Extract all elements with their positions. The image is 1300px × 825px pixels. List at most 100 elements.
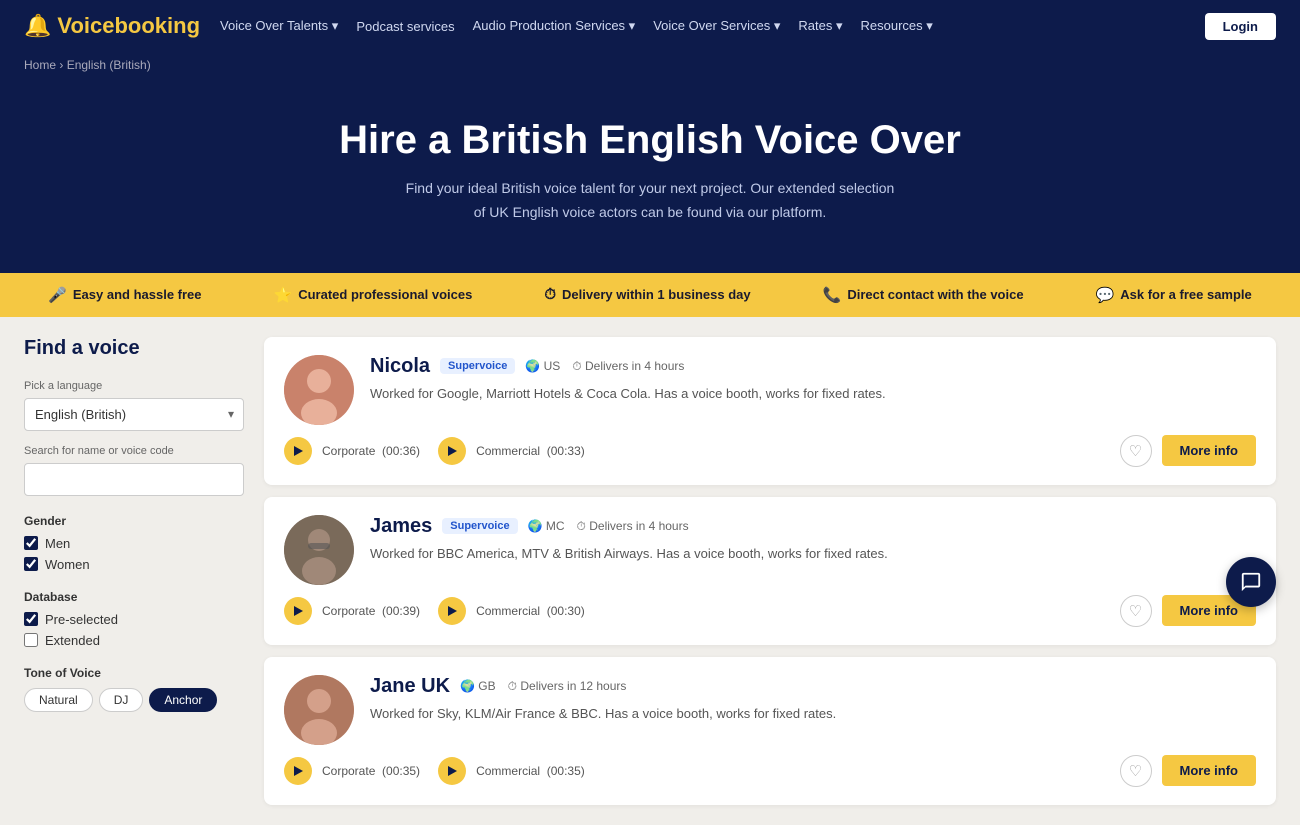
favorite-nicola[interactable]: ♡ bbox=[1120, 435, 1152, 467]
language-select-wrapper: English (British) bbox=[24, 398, 244, 431]
search-input[interactable] bbox=[24, 463, 244, 496]
chat-bubble-icon bbox=[1240, 571, 1262, 593]
breadcrumb-current: English (British) bbox=[67, 58, 151, 72]
logo[interactable]: 🔔 Voicebooking bbox=[24, 13, 200, 39]
badge-sample-label: Ask for a free sample bbox=[1120, 287, 1252, 302]
nav-link-voice-over-services[interactable]: Voice Over Services ▾ bbox=[653, 18, 780, 34]
play-corporate-jane[interactable] bbox=[284, 757, 312, 785]
avatar-james bbox=[284, 515, 354, 585]
voice-card-bottom-nicola: Corporate (00:36) Commercial (00:33) ♡ M… bbox=[284, 435, 1256, 467]
gender-men-checkbox[interactable] bbox=[24, 536, 38, 550]
database-extended-checkbox[interactable] bbox=[24, 633, 38, 647]
badge-curated: ⭐ Curated professional voices bbox=[238, 286, 509, 304]
corporate-label-nicola: Corporate (00:36) bbox=[322, 444, 420, 458]
badge-delivery-label: Delivery within 1 business day bbox=[562, 287, 751, 302]
tone-section-title: Tone of Voice bbox=[24, 666, 244, 680]
voice-card-bottom-jane: Corporate (00:35) Commercial (00:35) ♡ M… bbox=[284, 755, 1256, 787]
voice-card-james: James Supervoice 🌍 MC ⏱ Delivers in 4 ho… bbox=[264, 497, 1276, 645]
commercial-label-james: Commercial (00:30) bbox=[476, 604, 585, 618]
delivery-nicola: ⏱ Delivers in 4 hours bbox=[572, 359, 684, 374]
hero-description: Find your ideal British voice talent for… bbox=[400, 177, 900, 225]
commercial-label-nicola: Commercial (00:33) bbox=[476, 444, 585, 458]
play-commercial-james[interactable] bbox=[438, 597, 466, 625]
favorite-jane[interactable]: ♡ bbox=[1120, 755, 1152, 787]
more-info-jane[interactable]: More info bbox=[1162, 755, 1257, 786]
database-extended-label: Extended bbox=[45, 633, 100, 648]
gender-women-checkbox[interactable] bbox=[24, 557, 38, 571]
badge-curated-label: Curated professional voices bbox=[298, 287, 472, 302]
voice-card-top-nicola: Nicola Supervoice 🌍 US ⏱ Delivers in 4 h… bbox=[284, 355, 1256, 425]
badges-bar: 🎤 Easy and hassle free ⭐ Curated profess… bbox=[0, 273, 1300, 317]
chat-bubble[interactable] bbox=[1226, 557, 1276, 607]
navbar: 🔔 Voicebooking Voice Over Talents ▾ Podca… bbox=[0, 0, 1300, 52]
corporate-label-james: Corporate (00:39) bbox=[322, 604, 420, 618]
breadcrumb-home[interactable]: Home bbox=[24, 58, 56, 72]
language-select[interactable]: English (British) bbox=[24, 398, 244, 431]
delivery-james: ⏱ Delivers in 4 hours bbox=[577, 519, 689, 534]
nav-link-podcast-services[interactable]: Podcast services bbox=[356, 19, 454, 34]
sidebar-title: Find a voice bbox=[24, 337, 244, 360]
login-button[interactable]: Login bbox=[1205, 13, 1276, 40]
breadcrumb-separator: › bbox=[59, 58, 66, 72]
voice-name-james: James bbox=[370, 515, 432, 538]
more-info-nicola[interactable]: More info bbox=[1162, 435, 1257, 466]
database-preselected-label: Pre-selected bbox=[45, 612, 118, 627]
badge-contact-label: Direct contact with the voice bbox=[847, 287, 1023, 302]
database-extended-row: Extended bbox=[24, 633, 244, 648]
nav-link-audio-production-services[interactable]: Audio Production Services ▾ bbox=[473, 18, 636, 34]
voice-card-jane-uk: Jane UK 🌍 GB ⏱ Delivers in 12 hours Work… bbox=[264, 657, 1276, 805]
favorite-james[interactable]: ♡ bbox=[1120, 595, 1152, 627]
tone-dj-button[interactable]: DJ bbox=[99, 688, 144, 712]
voice-card-top-jane: Jane UK 🌍 GB ⏱ Delivers in 12 hours Work… bbox=[284, 675, 1256, 745]
database-section-title: Database bbox=[24, 590, 244, 604]
gender-women-row: Women bbox=[24, 557, 244, 572]
gender-men-row: Men bbox=[24, 536, 244, 551]
main-layout: Find a voice Pick a language English (Br… bbox=[0, 317, 1300, 825]
voice-info-james: James Supervoice 🌍 MC ⏱ Delivers in 4 ho… bbox=[370, 515, 1256, 564]
play-commercial-jane[interactable] bbox=[438, 757, 466, 785]
logo-icon: 🔔 bbox=[24, 13, 51, 39]
voice-desc-nicola: Worked for Google, Marriott Hotels & Coc… bbox=[370, 384, 1256, 404]
gender-women-label: Women bbox=[45, 557, 90, 572]
play-corporate-james[interactable] bbox=[284, 597, 312, 625]
database-preselected-row: Pre-selected bbox=[24, 612, 244, 627]
gender-men-label: Men bbox=[45, 536, 70, 551]
voice-desc-jane: Worked for Sky, KLM/Air France & BBC. Ha… bbox=[370, 704, 1256, 724]
breadcrumb: Home › English (British) bbox=[0, 52, 1300, 82]
commercial-label-jane: Commercial (00:35) bbox=[476, 764, 585, 778]
tone-natural-button[interactable]: Natural bbox=[24, 688, 93, 712]
search-label: Search for name or voice code bbox=[24, 445, 244, 457]
badge-delivery: ⏱ Delivery within 1 business day bbox=[508, 286, 786, 303]
corporate-label-jane: Corporate (00:35) bbox=[322, 764, 420, 778]
tone-anchor-button[interactable]: Anchor bbox=[149, 688, 217, 712]
clock-icon: ⏱ bbox=[544, 286, 556, 303]
voice-desc-james: Worked for BBC America, MTV & British Ai… bbox=[370, 544, 1256, 564]
star-icon: ⭐ bbox=[274, 286, 293, 304]
country-james: 🌍 MC bbox=[528, 519, 565, 533]
country-nicola: 🌍 US bbox=[525, 359, 560, 373]
nav-link-rates[interactable]: Rates ▾ bbox=[798, 18, 842, 34]
nav-link-voice-over-talents[interactable]: Voice Over Talents ▾ bbox=[220, 18, 338, 34]
nav-link-resources[interactable]: Resources ▾ bbox=[860, 18, 932, 34]
country-jane: 🌍 GB bbox=[460, 679, 496, 693]
play-corporate-nicola[interactable] bbox=[284, 437, 312, 465]
chat-icon: 💬 bbox=[1096, 286, 1115, 304]
nav-links: Voice Over Talents ▾ Podcast services Audi… bbox=[220, 18, 1185, 34]
voice-info-nicola: Nicola Supervoice 🌍 US ⏱ Delivers in 4 h… bbox=[370, 355, 1256, 404]
voice-header-jane: Jane UK 🌍 GB ⏱ Delivers in 12 hours bbox=[370, 675, 1256, 698]
voice-header-nicola: Nicola Supervoice 🌍 US ⏱ Delivers in 4 h… bbox=[370, 355, 1256, 378]
microphone-icon: 🎤 bbox=[48, 286, 67, 304]
language-label: Pick a language bbox=[24, 380, 244, 392]
sidebar: Find a voice Pick a language English (Br… bbox=[24, 337, 244, 805]
play-commercial-nicola[interactable] bbox=[438, 437, 466, 465]
badge-easy-label: Easy and hassle free bbox=[73, 287, 202, 302]
avatar-jane bbox=[284, 675, 354, 745]
voice-card-top-james: James Supervoice 🌍 MC ⏱ Delivers in 4 ho… bbox=[284, 515, 1256, 585]
badge-sample: 💬 Ask for a free sample bbox=[1060, 286, 1288, 304]
avatar-nicola bbox=[284, 355, 354, 425]
supervoice-badge-nicola: Supervoice bbox=[440, 358, 515, 374]
tone-buttons-group: Natural DJ Anchor bbox=[24, 688, 244, 712]
database-preselected-checkbox[interactable] bbox=[24, 612, 38, 626]
supervoice-badge-james: Supervoice bbox=[442, 518, 517, 534]
badge-contact: 📞 Direct contact with the voice bbox=[787, 286, 1060, 304]
